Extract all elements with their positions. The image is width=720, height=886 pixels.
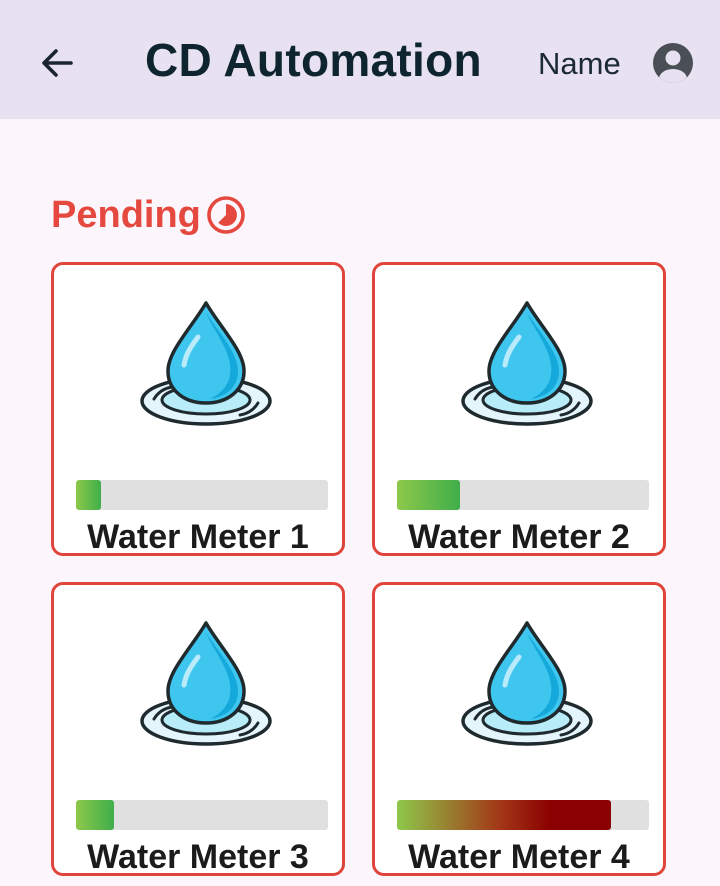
progress-bar — [397, 480, 649, 510]
account-circle-icon — [653, 43, 693, 83]
progress-bar — [76, 800, 328, 830]
back-button[interactable] — [34, 40, 80, 86]
meter-card-1[interactable]: Water Meter 1 — [51, 262, 345, 556]
meter-card-3[interactable]: Water Meter 3 — [51, 582, 345, 876]
section-label: Pending — [51, 193, 201, 236]
meter-label: Water Meter 2 — [408, 518, 630, 556]
water-drop-icon — [461, 301, 593, 426]
meter-label: Water Meter 1 — [87, 518, 309, 556]
progress-fill — [76, 480, 102, 510]
account-button[interactable] — [650, 40, 696, 86]
progress-fill — [397, 800, 612, 830]
water-drop-icon — [140, 621, 272, 746]
app-title: CD Automation — [145, 34, 482, 86]
progress-bar — [76, 480, 328, 510]
meter-label: Water Meter 4 — [408, 838, 630, 876]
water-drop-icon — [140, 301, 272, 426]
meter-card-2[interactable]: Water Meter 2 — [372, 262, 666, 556]
meter-label: Water Meter 3 — [87, 838, 309, 876]
meter-card-4[interactable]: Water Meter 4 — [372, 582, 666, 876]
progress-fill — [76, 800, 114, 830]
app-bar: CD Automation Name — [0, 0, 720, 119]
progress-fill — [397, 480, 460, 510]
pending-section-header: Pending — [51, 192, 247, 238]
progress-bar — [397, 800, 649, 830]
arrow-left-icon — [42, 49, 73, 77]
user-name[interactable]: Name — [538, 46, 621, 82]
pie-progress-icon — [207, 196, 245, 234]
water-drop-icon — [461, 621, 593, 746]
